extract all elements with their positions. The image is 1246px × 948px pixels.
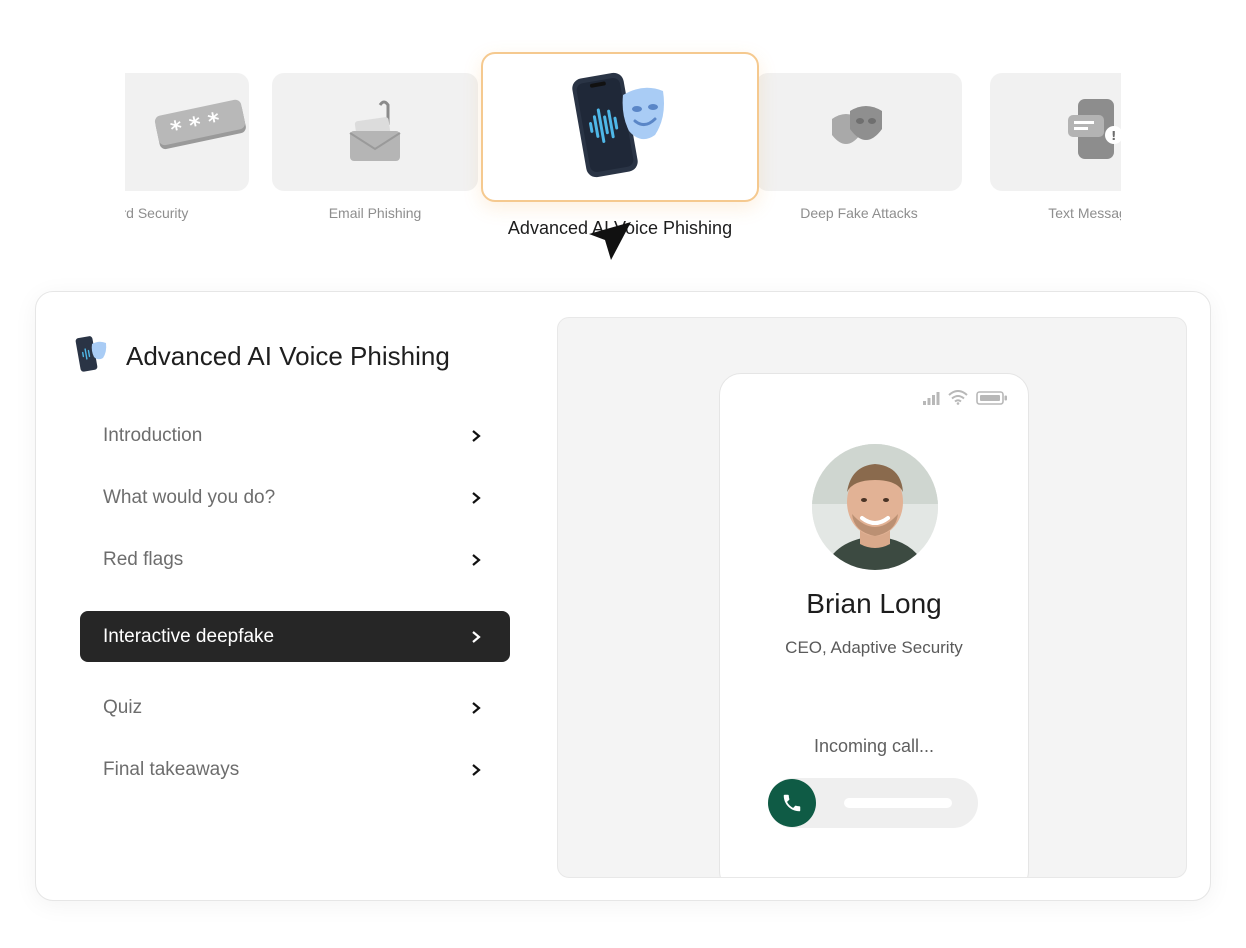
caller-role: CEO, Adaptive Security <box>785 638 963 657</box>
chat-phone-icon: ! <box>990 73 1121 191</box>
wifi-icon <box>948 390 968 405</box>
answer-call-button[interactable] <box>768 779 816 827</box>
chevron-right-icon <box>472 630 481 643</box>
card-email-phishing[interactable] <box>272 73 478 191</box>
menu-item-red-flags[interactable]: Red flags <box>80 534 510 585</box>
chevron-right-icon <box>472 491 481 504</box>
battery-icon <box>976 390 1007 405</box>
chevron-right-icon <box>472 701 481 714</box>
card-label-text-messaging: Text Messagin <box>1048 205 1121 221</box>
menu-item-label: Interactive deepfake <box>103 625 275 647</box>
chevron-right-icon <box>472 763 481 776</box>
phone-preview: Brian Long CEO, Adaptive Security Incomi… <box>557 317 1187 878</box>
slider-track <box>844 798 952 808</box>
card-password-security[interactable]: * * * <box>125 73 249 191</box>
menu-item-what-would-you-do[interactable]: What would you do? <box>80 472 510 523</box>
phone-screen: Brian Long CEO, Adaptive Security Incomi… <box>719 373 1029 877</box>
menu-item-quiz[interactable]: Quiz <box>80 682 510 733</box>
menu-item-label: Final takeaways <box>103 758 240 780</box>
card-label-deep-fake-attacks: Deep Fake Attacks <box>800 205 918 221</box>
caller-name: Brian Long <box>806 588 942 619</box>
menu-item-final-takeaways[interactable]: Final takeaways <box>80 744 510 795</box>
module-carousel: * * * word Security Email Phishing <box>125 40 1121 260</box>
phone-icon <box>783 794 801 812</box>
chevron-right-icon <box>472 553 481 566</box>
card-deep-fake-attacks[interactable] <box>756 73 962 191</box>
chevron-right-icon <box>472 429 481 442</box>
answer-call-slider[interactable] <box>768 778 978 828</box>
status-bar <box>922 390 1008 405</box>
envelope-hook-icon <box>272 73 478 191</box>
svg-text:!: ! <box>1111 129 1116 143</box>
phone-mask-icon <box>74 334 108 379</box>
caller-avatar <box>812 444 938 570</box>
password-icon: * * * <box>125 73 249 191</box>
signal-icon <box>923 391 940 405</box>
module-panel: Advanced AI Voice Phishing Introduction … <box>35 291 1211 901</box>
card-text-messaging[interactable]: ! <box>990 73 1121 191</box>
menu-item-interactive-deepfake[interactable]: Interactive deepfake <box>80 611 510 662</box>
cursor-arrow-icon <box>589 222 631 260</box>
phone-mask-icon <box>565 65 675 190</box>
menu-item-label: Quiz <box>103 696 143 718</box>
card-label-email-phishing: Email Phishing <box>328 205 422 221</box>
card-advanced-ai-voice-phishing[interactable] <box>481 52 759 202</box>
masks-icon <box>756 73 962 191</box>
menu-item-label: Introduction <box>103 424 203 446</box>
menu-item-introduction[interactable]: Introduction <box>80 410 510 461</box>
card-label-password-security: word Security <box>125 205 189 221</box>
panel-title: Advanced AI Voice Phishing <box>126 341 450 371</box>
call-status: Incoming call... <box>813 736 935 756</box>
menu-item-label: What would you do? <box>103 486 276 508</box>
menu-item-label: Red flags <box>103 548 184 570</box>
panel-header: Advanced AI Voice Phishing <box>74 334 450 379</box>
